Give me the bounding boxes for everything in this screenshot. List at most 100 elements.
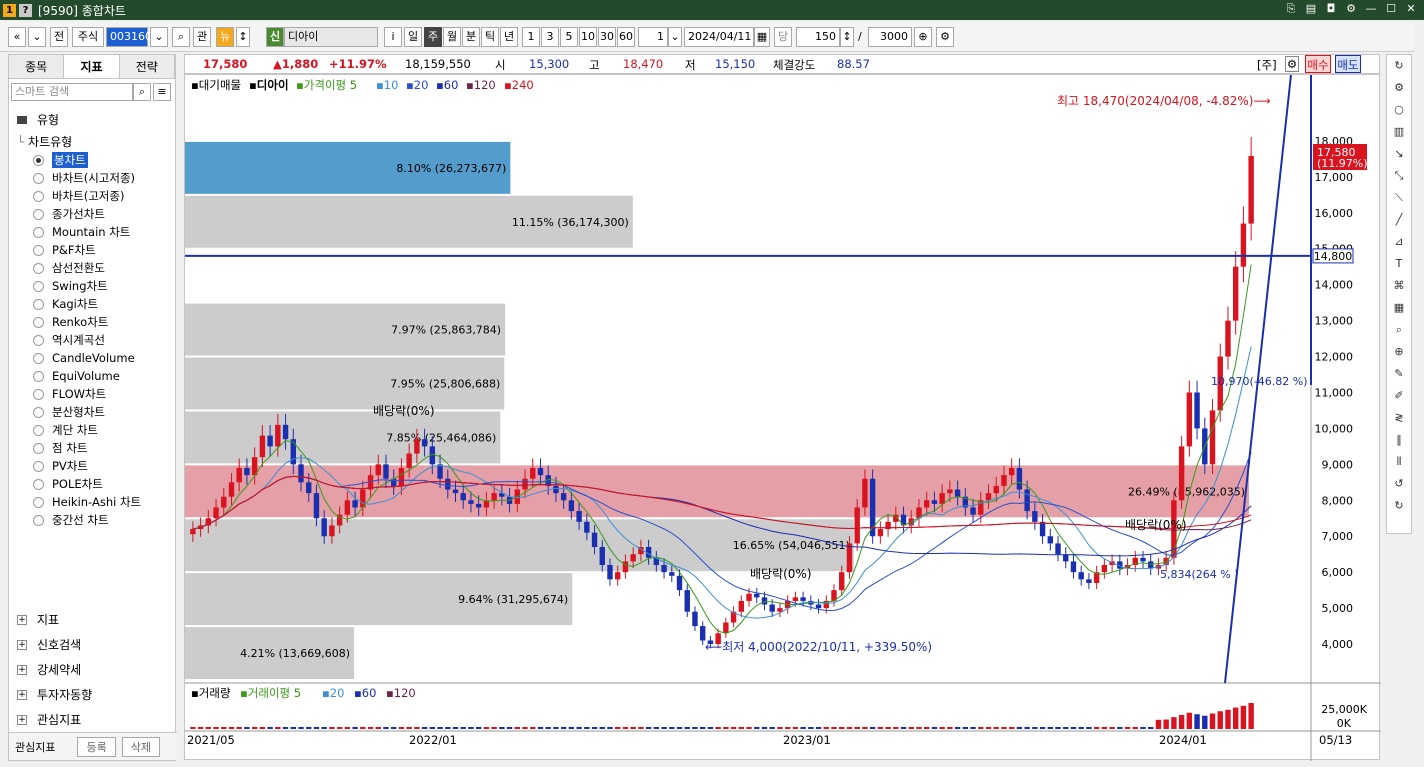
magnifier-icon[interactable]: ⌕ xyxy=(1387,319,1411,341)
search-icon[interactable]: ⌕ xyxy=(133,83,151,101)
chart-type-item[interactable]: Mountain 차트 xyxy=(33,223,130,241)
chart-type-item[interactable]: 분산형차트 xyxy=(33,403,105,421)
total-input[interactable]: 3000 xyxy=(868,27,912,47)
radio-icon[interactable] xyxy=(33,370,44,382)
radio-icon[interactable] xyxy=(33,478,44,490)
tree-item[interactable]: + 투자자동향 xyxy=(17,686,92,703)
bars-icon[interactable]: ‖ xyxy=(1387,429,1411,451)
nav-next-button[interactable]: ⌄ xyxy=(28,27,46,47)
chart-area[interactable]: 8.10% (26,273,677) 11.15% (36,174,300) 7.9… xyxy=(184,74,1381,761)
tab-strategy[interactable]: 전략 xyxy=(119,55,175,78)
maximize-button[interactable]: ☐ xyxy=(1384,2,1398,16)
expand-icon[interactable]: + xyxy=(17,689,27,700)
expand-icon[interactable]: + xyxy=(17,714,27,725)
text-icon[interactable]: T xyxy=(1387,253,1411,275)
radio-icon[interactable] xyxy=(33,190,44,202)
date-input[interactable]: 2024/04/11 xyxy=(684,27,754,47)
radio-icon[interactable] xyxy=(33,244,44,256)
chart-type-item[interactable]: 삼선전환도 xyxy=(33,259,105,277)
code-dropdown[interactable]: ⌄ xyxy=(150,27,168,47)
chart-type-item[interactable]: 역시계곡선 xyxy=(33,331,105,349)
chart-type-item[interactable]: 봉차트 xyxy=(33,151,88,169)
period-tick[interactable]: 틱 xyxy=(481,27,499,47)
zoom-in-icon[interactable]: ⊕ xyxy=(1387,341,1411,363)
chart-type-item[interactable]: 점 차트 xyxy=(33,439,87,457)
zoom-icon[interactable]: ⊕ xyxy=(914,27,932,47)
num-10[interactable]: 10 xyxy=(579,27,597,47)
chart-type-item[interactable]: Swing차트 xyxy=(33,277,108,295)
calendar-icon[interactable]: ▦ xyxy=(754,27,770,47)
radio-icon[interactable] xyxy=(33,154,44,166)
pencil-icon[interactable]: ✎ xyxy=(1387,363,1411,385)
help-icon[interactable]: ? xyxy=(19,3,32,17)
chart-type-item[interactable]: 바차트(시고저종) xyxy=(33,169,135,187)
radio-icon[interactable] xyxy=(33,280,44,292)
section-chart-type[interactable]: └ 차트유형 xyxy=(17,133,72,150)
bar-chart-icon[interactable]: ▥ xyxy=(1387,121,1411,143)
interval-select[interactable]: 1 xyxy=(638,27,668,47)
menu-icon[interactable]: ≡ xyxy=(153,83,171,101)
num-30[interactable]: 30 xyxy=(598,27,616,47)
radio-icon[interactable] xyxy=(33,406,44,418)
chart-type-item[interactable]: Kagi차트 xyxy=(33,295,98,313)
gear-icon[interactable]: ⚙ xyxy=(1387,77,1411,99)
chart-type-item[interactable]: 중간선 차트 xyxy=(33,511,109,529)
radio-icon[interactable] xyxy=(33,172,44,184)
chart-type-item[interactable]: POLE차트 xyxy=(33,475,103,493)
pattern-icon[interactable]: ⌘ xyxy=(1387,275,1411,297)
buy-button[interactable]: 매수 xyxy=(1305,55,1331,73)
radio-icon[interactable] xyxy=(33,388,44,400)
tab-indicator[interactable]: 지표 xyxy=(64,55,120,78)
chart-type-item[interactable]: PV차트 xyxy=(33,457,88,475)
auto-line-icon[interactable]: ⊿ xyxy=(1387,231,1411,253)
all-button[interactable]: 전 xyxy=(50,27,68,47)
chart-type-item[interactable]: FLOW차트 xyxy=(33,385,106,403)
num-1[interactable]: 1 xyxy=(522,27,540,47)
search-icon[interactable]: ⌕ xyxy=(172,27,190,47)
zigzag-icon[interactable]: ≷ xyxy=(1387,407,1411,429)
expand-icon[interactable]: + xyxy=(17,639,27,650)
num-5[interactable]: 5 xyxy=(560,27,578,47)
watch-button[interactable]: 관 xyxy=(193,27,211,47)
num-60[interactable]: 60 xyxy=(617,27,635,47)
period-year[interactable]: 년 xyxy=(500,27,518,47)
smart-search-input[interactable]: 스마트 검색 xyxy=(11,83,133,101)
radio-icon[interactable] xyxy=(33,208,44,220)
price-chart[interactable]: 8.10% (26,273,677) 11.15% (36,174,300) 7.9… xyxy=(185,75,1381,761)
period-week[interactable]: 주 xyxy=(424,27,442,47)
num-3[interactable]: 3 xyxy=(541,27,559,47)
pen-icon[interactable]: ✐ xyxy=(1387,385,1411,407)
count-input[interactable]: 150 xyxy=(796,27,840,47)
radio-icon[interactable] xyxy=(33,424,44,436)
config-icon[interactable]: ⚙ xyxy=(936,27,954,47)
radio-icon[interactable] xyxy=(33,496,44,508)
radio-icon[interactable] xyxy=(33,334,44,346)
radio-icon[interactable] xyxy=(33,226,44,238)
chart-type-item[interactable]: 종가선차트 xyxy=(33,205,105,223)
minimize-button[interactable]: — xyxy=(1364,2,1378,16)
chart-type-item[interactable]: Renko차트 xyxy=(33,313,108,331)
tab-stock[interactable]: 종목 xyxy=(9,55,65,78)
diagonal-line-icon[interactable]: ╱ xyxy=(1387,209,1411,231)
tree-item[interactable]: + 관심지표 xyxy=(17,711,81,728)
chart-type-item[interactable]: EquiVolume xyxy=(33,367,120,385)
close-button[interactable]: ✕ xyxy=(1404,2,1418,16)
section-type[interactable]: 유형 xyxy=(17,111,59,128)
radio-icon[interactable] xyxy=(33,514,44,526)
save-icon[interactable]: ▤ xyxy=(1304,2,1318,16)
radio-icon[interactable] xyxy=(33,460,44,472)
radio-icon[interactable] xyxy=(33,442,44,454)
register-button[interactable]: 등록 xyxy=(77,736,116,757)
settings-icon[interactable]: ⚙ xyxy=(1344,2,1358,16)
stock-code-input[interactable]: 003160 xyxy=(106,27,152,47)
chart-type-item[interactable]: Heikin-Ashi 차트 xyxy=(33,493,141,511)
grid-icon[interactable]: ▦ xyxy=(1387,297,1411,319)
undo-icon[interactable]: ↺ xyxy=(1387,473,1411,495)
chart-type-item[interactable]: P&F차트 xyxy=(33,241,96,259)
refresh-icon[interactable]: ↻ xyxy=(1387,55,1411,77)
radio-icon[interactable] xyxy=(33,352,44,364)
radio-icon[interactable] xyxy=(33,262,44,274)
news-button[interactable]: 뉴 xyxy=(216,27,234,47)
tree-item[interactable]: + 신호검색 xyxy=(17,636,81,653)
info-button[interactable]: i xyxy=(384,27,402,47)
